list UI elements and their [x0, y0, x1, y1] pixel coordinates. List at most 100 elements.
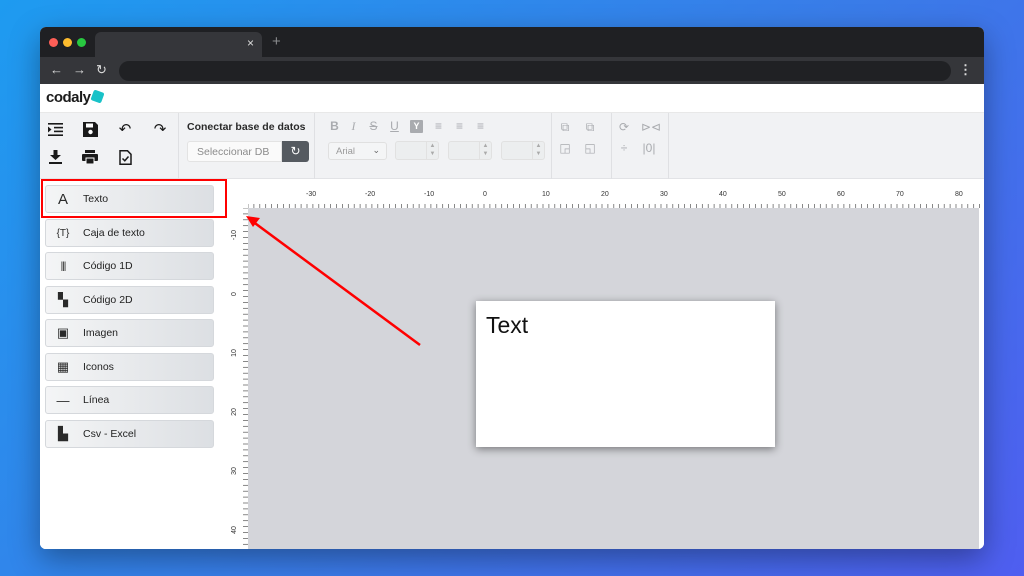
toolbar-separator: [314, 113, 315, 179]
sidebar-item-iconos[interactable]: ▦ Iconos: [45, 353, 214, 381]
vertical-ruler: -10 0 10 20 30 40: [227, 208, 248, 549]
check-document-icon[interactable]: [115, 147, 135, 167]
stepper-arrows-icon[interactable]: ▲ ▼: [532, 142, 544, 159]
ruler-label: -20: [365, 191, 375, 198]
label-card[interactable]: Text: [476, 301, 775, 447]
file-icon: ▙: [58, 426, 68, 441]
ruler-label: 20: [601, 191, 609, 198]
italic-icon[interactable]: I: [347, 120, 360, 133]
sidebar-item-label: Csv - Excel: [83, 428, 137, 440]
horizontal-ruler: -30 -20 -10 0 10 20 30 40 50 60 70 80: [248, 185, 980, 208]
design-canvas[interactable]: Text: [248, 208, 979, 549]
align-left-icon[interactable]: ≡: [432, 120, 445, 133]
line-icon: —: [56, 392, 70, 408]
font-family-value: Arial: [336, 146, 356, 157]
browser-nav-bar: ← → ↻ ⋮: [40, 57, 984, 84]
ruler-label: 30: [231, 467, 238, 475]
font-size-stepper[interactable]: ▲ ▼: [395, 141, 439, 160]
browser-menu-icon[interactable]: ⋮: [959, 61, 972, 79]
minimize-window-button[interactable]: [63, 38, 72, 47]
sidebar-item-codigo-1d[interactable]: ||| Código 1D: [45, 252, 214, 280]
reload-icon[interactable]: ↻: [96, 62, 107, 78]
line-height-stepper[interactable]: ▲ ▼: [501, 141, 545, 160]
ruler-label: 0: [231, 292, 238, 296]
toolbar-separator: [668, 113, 669, 179]
logo-text: codaly: [46, 89, 91, 106]
ruler-label: 60: [837, 191, 845, 198]
codaly-logo: codaly: [46, 89, 105, 106]
print-icon[interactable]: [80, 147, 100, 167]
address-bar[interactable]: [119, 61, 951, 81]
align-center-icon[interactable]: ≡: [453, 120, 466, 133]
sidebar-item-imagen[interactable]: ▣ Imagen: [45, 319, 214, 347]
font-family-select[interactable]: Arial ⌄: [328, 142, 387, 160]
close-window-button[interactable]: [49, 38, 58, 47]
sidebar-item-label: Iconos: [83, 361, 114, 373]
flip-horizontal-icon[interactable]: ⊳⊲: [641, 119, 661, 135]
send-backward-icon[interactable]: ⧉: [582, 119, 598, 135]
browser-tab-bar: × +: [40, 27, 984, 57]
sidebar-item-label: Línea: [83, 394, 110, 406]
send-to-back-icon[interactable]: ◱: [582, 140, 598, 156]
chevron-down-icon: ⌄: [372, 145, 380, 155]
center-horizontal-icon[interactable]: |0|: [641, 140, 657, 156]
sidebar-item-codigo-2d[interactable]: ▚ Código 2D: [45, 286, 214, 314]
stepper-arrows-icon[interactable]: ▲ ▼: [479, 142, 491, 159]
ruler-label: 0: [483, 191, 487, 198]
undo-icon[interactable]: ↶: [115, 119, 135, 139]
strikethrough-icon[interactable]: S: [367, 120, 380, 133]
center-vertical-icon[interactable]: ÷: [616, 140, 632, 156]
editor-toolbar: ↶ ↷ Conectar base de datos Seleccionar D…: [40, 113, 984, 179]
download-icon[interactable]: [45, 147, 65, 167]
ruler-label: -30: [306, 191, 316, 198]
redo-icon[interactable]: ↷: [150, 119, 170, 139]
label-text[interactable]: Text: [486, 312, 528, 339]
browser-window: × + ← → ↻ ⋮ codaly ↶ ↷ Conectar base de …: [40, 27, 984, 549]
ruler-label: 50: [778, 191, 786, 198]
ruler-label: 40: [719, 191, 727, 198]
bring-to-front-icon[interactable]: ◲: [557, 140, 573, 156]
sidebar-item-caja-de-texto[interactable]: {T} Caja de texto: [45, 219, 214, 247]
stepper-arrows-icon[interactable]: ▲ ▼: [426, 142, 438, 159]
ruler-label: 20: [231, 408, 238, 416]
ruler-label: 30: [660, 191, 668, 198]
highlight-box: [41, 179, 227, 218]
sidebar-item-label: Caja de texto: [83, 227, 145, 239]
app-header: codaly: [40, 84, 984, 113]
maximize-window-button[interactable]: [77, 38, 86, 47]
ruler-label: 10: [542, 191, 550, 198]
close-tab-icon[interactable]: ×: [247, 36, 254, 50]
workspace: A Texto {T} Caja de texto ||| Código 1D …: [40, 179, 984, 549]
new-tab-icon[interactable]: +: [272, 33, 281, 50]
sidebar-item-label: Imagen: [83, 327, 119, 339]
spacing-stepper[interactable]: ▲ ▼: [448, 141, 492, 160]
sidebar-item-linea[interactable]: — Línea: [45, 386, 214, 414]
forward-icon[interactable]: →: [73, 62, 86, 78]
ruler-label: -10: [424, 191, 434, 198]
browser-tab[interactable]: ×: [95, 32, 262, 57]
toolbar-separator: [551, 113, 552, 179]
ruler-label: 10: [231, 349, 238, 357]
sidebar-item-label: Código 2D: [83, 294, 133, 306]
image-icon: ▣: [56, 325, 70, 340]
bring-forward-icon[interactable]: ⧉: [557, 119, 573, 135]
qr-code-icon: ▚: [58, 292, 68, 307]
ruler-label: -10: [231, 230, 238, 240]
align-right-icon[interactable]: ≡: [474, 120, 487, 133]
text-color-icon[interactable]: Y: [410, 120, 423, 133]
rotate-icon[interactable]: ⟳: [616, 119, 632, 135]
save-icon[interactable]: [80, 119, 100, 139]
ruler-corner: [227, 179, 247, 199]
logo-mark-icon: [89, 89, 105, 104]
back-icon[interactable]: ←: [50, 62, 63, 78]
refresh-db-icon[interactable]: ↻: [282, 141, 309, 162]
connect-database-label: Conectar base de datos: [187, 121, 306, 133]
underline-icon[interactable]: U: [388, 120, 401, 133]
bold-icon[interactable]: B: [328, 120, 341, 133]
indent-icon[interactable]: [45, 119, 65, 139]
sidebar-item-label: Código 1D: [83, 260, 133, 272]
sidebar-item-csv-excel[interactable]: ▙ Csv - Excel: [45, 420, 214, 448]
select-db-dropdown[interactable]: Seleccionar DB: [187, 141, 282, 162]
toolbar-separator: [611, 113, 612, 179]
elements-sidebar: A Texto {T} Caja de texto ||| Código 1D …: [40, 179, 227, 549]
